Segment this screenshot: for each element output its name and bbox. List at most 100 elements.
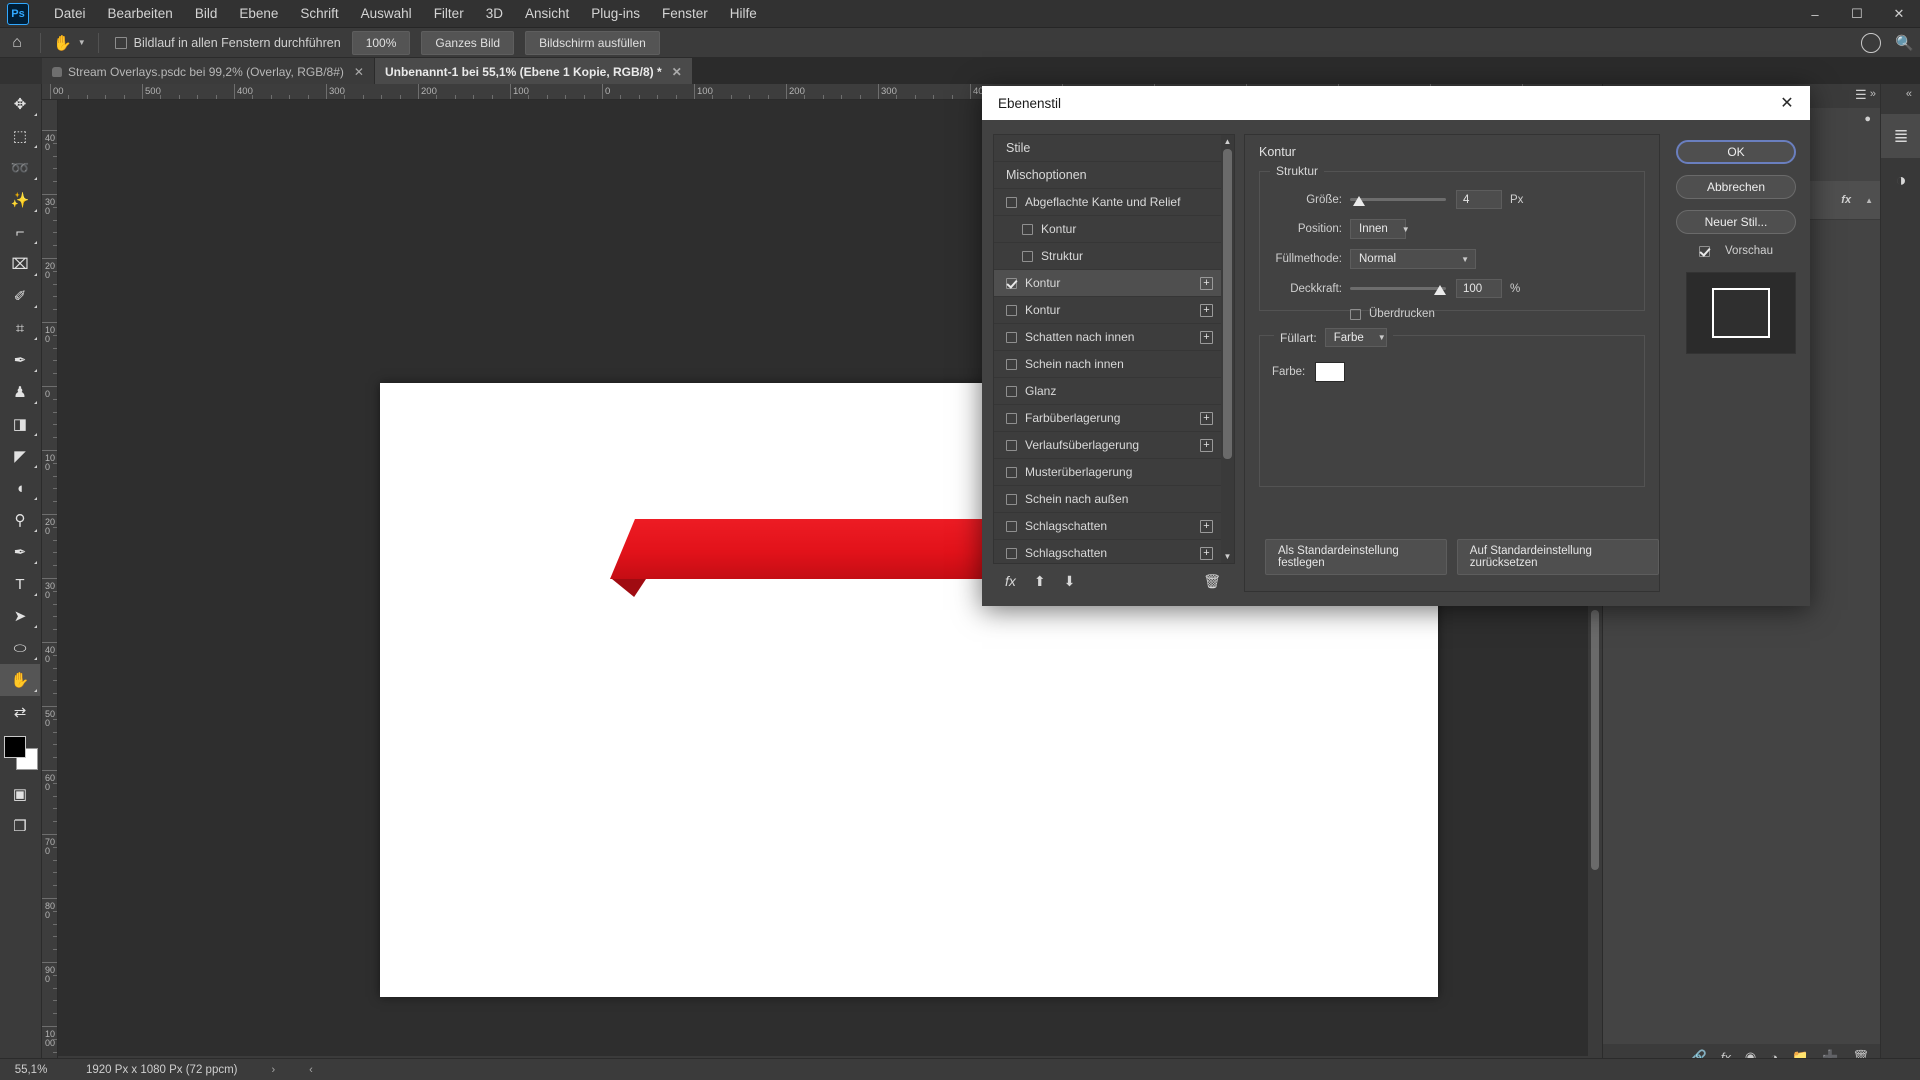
foreground-color-swatch[interactable] xyxy=(4,736,26,758)
menu-plug-ins[interactable]: Plug-ins xyxy=(580,2,651,25)
share-icon[interactable] xyxy=(1861,32,1882,53)
style-row-schein-nach-innen-6[interactable]: Schein nach innen xyxy=(994,351,1221,378)
add-effect-icon[interactable]: + xyxy=(1200,439,1213,452)
fill-screen-button[interactable]: Bildschirm ausfüllen xyxy=(525,30,660,55)
delete-effect-icon[interactable]: 🗑 xyxy=(1203,573,1221,590)
scroll-down-icon[interactable]: ▼ xyxy=(1221,550,1234,563)
menu-datei[interactable]: Datei xyxy=(43,2,97,25)
minimize-button[interactable]: – xyxy=(1794,0,1836,28)
ellipse-tool-icon[interactable]: ⬭ xyxy=(0,632,40,664)
new-style-button[interactable]: Neuer Stil... xyxy=(1676,210,1796,234)
active-tool-preset[interactable]: ✋ ▼ xyxy=(47,34,92,52)
style-row-muster-berlagerung-10[interactable]: Musterüberlagerung xyxy=(994,459,1221,486)
style-row-schatten-nach-innen-5[interactable]: Schatten nach innen + xyxy=(994,324,1221,351)
panel-menu-icon[interactable]: ☰ xyxy=(1855,87,1867,103)
quick-mask-icon[interactable]: ▣ xyxy=(0,778,40,810)
expand-rail-icon[interactable]: « xyxy=(1906,88,1912,100)
style-row-kontur-1[interactable]: Kontur xyxy=(994,216,1221,243)
menu-schrift[interactable]: Schrift xyxy=(289,2,349,25)
brush-tool-icon[interactable]: ✒ xyxy=(0,344,40,376)
blend-mode-select[interactable]: Normal ▼ xyxy=(1350,249,1476,269)
style-row-glanz-7[interactable]: Glanz xyxy=(994,378,1221,405)
healing-brush-tool-icon[interactable]: ⌗ xyxy=(0,312,40,344)
menu-filter[interactable]: Filter xyxy=(423,2,475,25)
style-checkbox[interactable] xyxy=(1006,331,1017,343)
maximize-button[interactable]: ☐ xyxy=(1836,0,1878,28)
magic-wand-tool-icon[interactable]: ✨ xyxy=(0,184,40,216)
add-effect-icon[interactable]: + xyxy=(1200,547,1213,560)
eraser-tool-icon[interactable]: ◨ xyxy=(0,408,40,440)
document-tab-stream-overlays[interactable]: Stream Overlays.psdc bei 99,2% (Overlay,… xyxy=(42,58,374,84)
type-tool-icon[interactable]: T xyxy=(0,568,40,600)
document-tab-unbenannt-1[interactable]: Unbenannt-1 bei 55,1% (Ebene 1 Kopie, RG… xyxy=(374,58,692,84)
reset-default-button[interactable]: Auf Standardeinstellung zurücksetzen xyxy=(1456,539,1659,575)
menu-3d[interactable]: 3D xyxy=(475,2,514,25)
collapse-panels-icon[interactable]: » xyxy=(1870,88,1876,100)
clone-stamp-tool-icon[interactable]: ♟ xyxy=(0,376,40,408)
menu-bild[interactable]: Bild xyxy=(184,2,229,25)
style-row-schein-nach-au-en-11[interactable]: Schein nach außen xyxy=(994,486,1221,513)
gradient-tool-icon[interactable]: ◤ xyxy=(0,440,40,472)
style-checkbox[interactable] xyxy=(1006,358,1017,370)
add-effect-icon[interactable]: + xyxy=(1200,412,1213,425)
style-checkbox[interactable] xyxy=(1006,493,1017,505)
search-icon[interactable]: 🔍 xyxy=(1895,34,1914,52)
layers-rail-icon[interactable]: ≣ xyxy=(1881,114,1920,158)
dialog-close-button[interactable]: ✕ xyxy=(1764,86,1810,120)
style-row-verlaufs-berlagerung-9[interactable]: Verlaufsüberlagerung + xyxy=(994,432,1221,459)
scroll-up-icon[interactable]: ▲ xyxy=(1221,135,1234,148)
style-row-schlagschatten-13[interactable]: Schlagschatten + xyxy=(994,540,1221,563)
scrollbar-thumb[interactable] xyxy=(1591,610,1599,870)
fx-icon[interactable]: fx xyxy=(1841,194,1851,206)
preview-checkbox[interactable]: Vorschau xyxy=(1676,245,1796,257)
pen-tool-icon[interactable]: ✒ xyxy=(0,536,40,568)
styles-list-header-mischoptionen[interactable]: Mischoptionen xyxy=(994,162,1221,189)
zoom-100-button[interactable]: 100% xyxy=(351,30,411,55)
style-row-struktur-2[interactable]: Struktur xyxy=(994,243,1221,270)
eyedropper-tool-icon[interactable]: ✐ xyxy=(0,280,40,312)
close-tab-icon[interactable]: ✕ xyxy=(672,65,682,79)
add-effect-icon[interactable]: + xyxy=(1200,304,1213,317)
set-default-button[interactable]: Als Standardeinstellung festlegen xyxy=(1265,539,1447,575)
fill-type-select[interactable]: Farbe ▼ xyxy=(1324,328,1387,347)
menu-hilfe[interactable]: Hilfe xyxy=(719,2,768,25)
style-checkbox[interactable] xyxy=(1022,223,1033,235)
status-collapse-icon[interactable]: ‹ xyxy=(309,1064,313,1076)
hand-tool-icon[interactable]: ✋ xyxy=(0,664,40,696)
menu-auswahl[interactable]: Auswahl xyxy=(350,2,423,25)
style-checkbox[interactable] xyxy=(1006,547,1017,559)
style-checkbox[interactable] xyxy=(1006,466,1017,478)
add-effect-icon[interactable]: + xyxy=(1200,331,1213,344)
size-input[interactable]: 4 xyxy=(1456,190,1502,209)
adjustments-rail-icon[interactable]: ◑ xyxy=(1881,158,1920,202)
menu-ebene[interactable]: Ebene xyxy=(228,2,289,25)
style-checkbox[interactable] xyxy=(1006,304,1017,316)
close-window-button[interactable]: ✕ xyxy=(1878,0,1920,28)
swap-colors-icon[interactable]: ⇄ xyxy=(0,696,40,728)
color-swatch[interactable] xyxy=(1315,362,1346,382)
close-tab-icon[interactable]: ✕ xyxy=(354,65,364,79)
ok-button[interactable]: OK xyxy=(1676,140,1796,164)
chevron-up-icon[interactable]: ▲ xyxy=(1865,196,1873,205)
scrollbar-thumb[interactable] xyxy=(1223,149,1232,459)
frame-tool-icon[interactable]: ⌧ xyxy=(0,248,40,280)
style-checkbox[interactable] xyxy=(1006,196,1017,208)
lasso-tool-icon[interactable]: ➿ xyxy=(0,152,40,184)
scroll-all-windows-checkbox[interactable]: Bildlauf in allen Fenstern durchführen xyxy=(114,36,341,50)
dodge-tool-icon[interactable]: ⚲ xyxy=(0,504,40,536)
chevron-down-icon[interactable]: ▼ xyxy=(78,38,86,47)
menu-bearbeiten[interactable]: Bearbeiten xyxy=(97,2,184,25)
move-tool-icon[interactable]: ✥ xyxy=(0,88,40,120)
style-row-abgeflachte-kante-und-relief-0[interactable]: Abgeflachte Kante und Relief xyxy=(994,189,1221,216)
path-selection-tool-icon[interactable]: ➤ xyxy=(0,600,40,632)
crop-tool-icon[interactable]: ⌐ xyxy=(0,216,40,248)
overprint-checkbox[interactable]: Überdrucken xyxy=(1350,308,1435,320)
styles-list-scrollbar[interactable]: ▲ ▼ xyxy=(1221,135,1234,563)
style-row-kontur-3[interactable]: Kontur + xyxy=(994,270,1221,297)
fit-screen-button[interactable]: Ganzes Bild xyxy=(421,30,515,55)
blur-tool-icon[interactable]: ◖ xyxy=(0,472,40,504)
slider-knob[interactable] xyxy=(1353,195,1366,206)
add-effect-icon[interactable]: + xyxy=(1200,277,1213,290)
add-effect-icon[interactable]: + xyxy=(1200,520,1213,533)
slider-knob[interactable] xyxy=(1434,284,1446,295)
